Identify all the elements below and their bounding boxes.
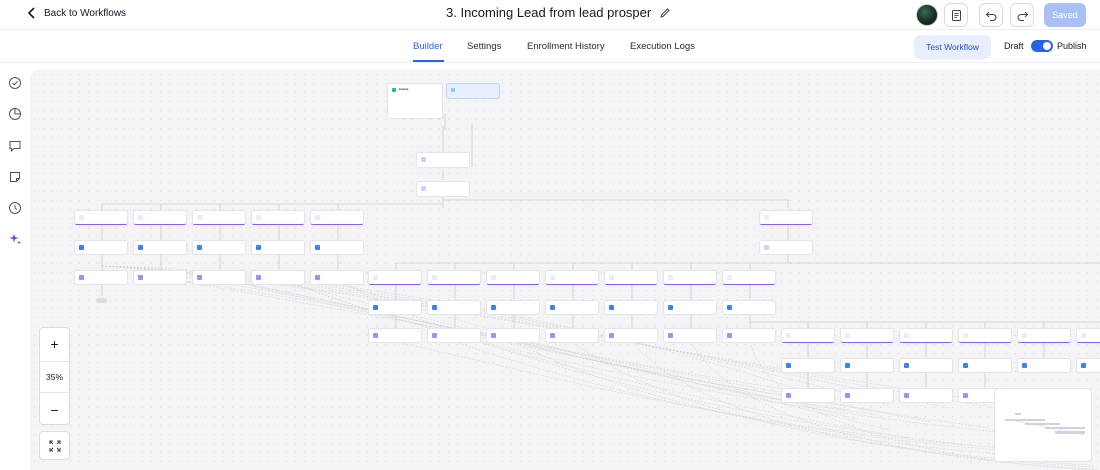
- user-avatar[interactable]: [916, 4, 938, 26]
- goto-node[interactable]: [368, 328, 422, 343]
- minimap[interactable]: [994, 388, 1092, 462]
- test-workflow-button[interactable]: Test Workflow: [914, 35, 991, 59]
- assign-node[interactable]: [958, 358, 1012, 373]
- trigger-node[interactable]: ▸▸▸▸▸▸: [387, 83, 443, 119]
- goto-node[interactable]: [663, 328, 717, 343]
- assign-node[interactable]: [251, 240, 305, 255]
- action-node[interactable]: [416, 152, 470, 168]
- expand-icon: [48, 439, 61, 452]
- assign-node[interactable]: [192, 240, 246, 255]
- workflow-title: 3. Incoming Lead from lead prosper: [446, 5, 671, 20]
- note-icon[interactable]: [8, 170, 22, 184]
- add-trigger-node[interactable]: [446, 83, 500, 99]
- active-tab-indicator: [413, 60, 444, 62]
- goto-node[interactable]: [781, 388, 835, 403]
- branch-node[interactable]: [759, 210, 813, 225]
- workflow-title-text: 3. Incoming Lead from lead prosper: [446, 5, 652, 20]
- pie-chart-icon[interactable]: [8, 107, 22, 121]
- notes-button[interactable]: [944, 3, 968, 27]
- assign-node[interactable]: [368, 300, 422, 315]
- zoom-level: 35%: [40, 361, 69, 393]
- redo-icon: [1017, 11, 1028, 21]
- assign-node[interactable]: [781, 358, 835, 373]
- goto-node[interactable]: [310, 270, 364, 285]
- branch-node[interactable]: [74, 210, 128, 225]
- branch-node[interactable]: [427, 270, 481, 285]
- goto-node[interactable]: [604, 328, 658, 343]
- undo-icon: [985, 11, 996, 21]
- branch-node[interactable]: [192, 210, 246, 225]
- assign-node[interactable]: [545, 300, 599, 315]
- redo-button[interactable]: [1010, 3, 1034, 27]
- condition-node[interactable]: [759, 240, 813, 255]
- assign-node[interactable]: [604, 300, 658, 315]
- assign-node[interactable]: [310, 240, 364, 255]
- goto-node[interactable]: [427, 328, 481, 343]
- edit-pencil-icon[interactable]: [659, 7, 671, 19]
- branch-node[interactable]: [133, 210, 187, 225]
- tab-settings[interactable]: Settings: [467, 41, 501, 52]
- assign-node[interactable]: [133, 240, 187, 255]
- publish-label: Publish: [1057, 41, 1087, 51]
- undo-button[interactable]: [979, 3, 1003, 27]
- top-bar: Back to Workflows 3. Incoming Lead from …: [0, 0, 1100, 30]
- action-node[interactable]: [416, 181, 470, 197]
- goto-node[interactable]: [74, 270, 128, 285]
- sparkles-icon[interactable]: [8, 232, 22, 246]
- tab-enrollment-history[interactable]: Enrollment History: [527, 41, 605, 52]
- minimap-preview: [1005, 413, 1086, 436]
- notes-icon: [951, 9, 961, 21]
- branch-node[interactable]: [781, 328, 835, 343]
- check-circle-icon[interactable]: [8, 76, 22, 90]
- assign-node[interactable]: [427, 300, 481, 315]
- tab-execution-logs[interactable]: Execution Logs: [630, 41, 695, 52]
- zoom-controls: + 35% −: [39, 327, 70, 425]
- assign-node[interactable]: [74, 240, 128, 255]
- assign-node[interactable]: [722, 300, 776, 315]
- assign-node[interactable]: [840, 358, 894, 373]
- branch-node[interactable]: [722, 270, 776, 285]
- goto-node[interactable]: [486, 328, 540, 343]
- left-sidebar: [0, 64, 30, 470]
- goto-node[interactable]: [133, 270, 187, 285]
- goto-node[interactable]: [251, 270, 305, 285]
- branch-node[interactable]: [604, 270, 658, 285]
- branch-node[interactable]: [486, 270, 540, 285]
- zoom-in-button[interactable]: +: [40, 328, 69, 360]
- chat-bubble-icon[interactable]: [8, 139, 22, 153]
- branch-node[interactable]: [545, 270, 599, 285]
- assign-node[interactable]: [486, 300, 540, 315]
- branch-node[interactable]: [368, 270, 422, 285]
- branch-node[interactable]: [840, 328, 894, 343]
- workflow-canvas[interactable]: ▸▸▸▸▸▸: [30, 70, 1100, 470]
- assign-node[interactable]: [1017, 358, 1071, 373]
- branch-node[interactable]: [1017, 328, 1071, 343]
- back-to-workflows-link[interactable]: Back to Workflows: [26, 7, 126, 19]
- history-icon[interactable]: [8, 201, 22, 215]
- back-arrow-icon: [27, 7, 35, 19]
- saved-button[interactable]: Saved: [1044, 3, 1086, 27]
- branch-node[interactable]: [251, 210, 305, 225]
- goto-node[interactable]: [722, 328, 776, 343]
- branch-node[interactable]: [310, 210, 364, 225]
- branch-node[interactable]: [899, 328, 953, 343]
- assign-node[interactable]: [899, 358, 953, 373]
- fit-view-button[interactable]: [39, 431, 70, 460]
- goto-node[interactable]: [545, 328, 599, 343]
- publish-toggle[interactable]: [1031, 40, 1053, 52]
- goto-node[interactable]: [192, 270, 246, 285]
- back-label: Back to Workflows: [44, 7, 127, 19]
- branch-node[interactable]: [663, 270, 717, 285]
- draft-label: Draft: [1004, 41, 1024, 51]
- assign-node[interactable]: [663, 300, 717, 315]
- assign-node[interactable]: [1076, 358, 1100, 373]
- branch-node[interactable]: [958, 328, 1012, 343]
- zoom-out-button[interactable]: −: [40, 394, 69, 426]
- goto-node[interactable]: [840, 388, 894, 403]
- branch-node[interactable]: [1076, 328, 1100, 343]
- goto-node[interactable]: [899, 388, 953, 403]
- tab-builder[interactable]: Builder: [413, 41, 443, 52]
